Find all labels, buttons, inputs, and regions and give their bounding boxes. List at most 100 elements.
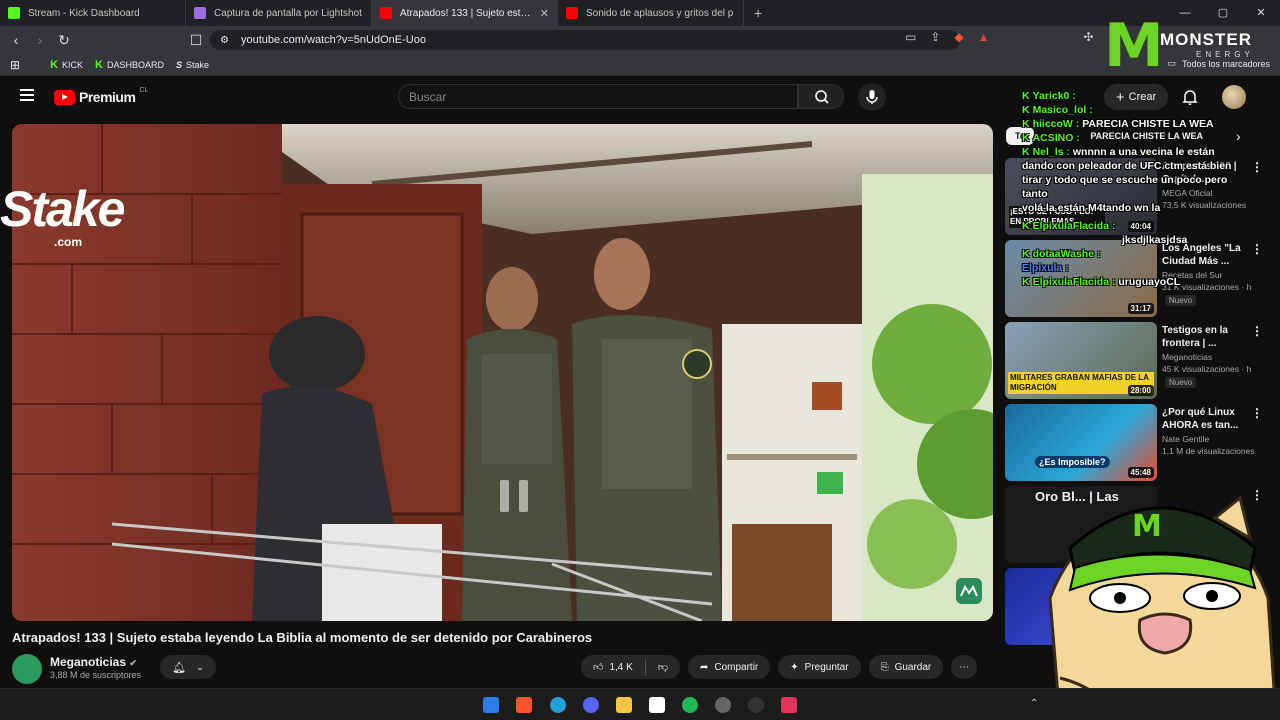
apps-icon[interactable]: ⊞ [4, 58, 26, 72]
recommendation-views: 1,1 M de visualizaciones [1162, 446, 1255, 456]
valorant-icon[interactable] [781, 697, 797, 713]
back-icon[interactable]: ‹ [4, 32, 28, 48]
bookmark-label: Stake [186, 59, 210, 70]
subscription-bell-button[interactable]: 🔔︎ ⌄ [160, 655, 216, 679]
chat-user: Masico_lol : [1032, 104, 1093, 116]
browser-tab[interactable]: Captura de pantalla por Lightshot [186, 0, 372, 26]
dislike-button[interactable]: 👎︎ [646, 655, 680, 679]
region-code: CL [139, 86, 149, 94]
video-title: Atrapados! 133 | Sujeto estaba leyendo L… [12, 630, 593, 645]
windows-taskbar: ⌃ [0, 688, 1280, 720]
channel-avatar[interactable] [12, 654, 42, 684]
url-field[interactable]: ⚙ youtube.com/watch?v=5nUdOnE-Uoo [210, 30, 960, 50]
save-playlist-icon: ⎘ [880, 661, 889, 673]
chat-message: jksdjlkasjdsa [1122, 234, 1188, 246]
channel-name[interactable]: Meganoticias ✔ [50, 655, 137, 669]
kick-favicon-icon [8, 7, 20, 19]
browser-tab[interactable]: Sonido de aplausos y gritos del p [558, 0, 744, 26]
like-count: 1,4 K [609, 661, 633, 673]
thumbnail-caption: ¿Es Imposible? [1035, 456, 1110, 468]
kick-badge-icon: K [1022, 276, 1030, 288]
bookmark-kick[interactable]: K KICK [44, 59, 89, 71]
monster-claw-icon: M [1104, 11, 1164, 81]
settings-gear-icon[interactable] [715, 697, 731, 713]
bookmark-label: KICK [62, 59, 84, 70]
chat-line: K ElpixulaFlacida : uruguayoCL [1022, 275, 1262, 289]
recommendation-item[interactable]: ¿Es Imposible? 45:48 ¿Por qué Linux AHOR… [1005, 404, 1265, 482]
brave-rewards-icon[interactable]: ▲ [978, 30, 990, 44]
kick-badge-icon: K [1022, 118, 1030, 130]
streamer-cat-avatar: M [1048, 495, 1278, 720]
windows-start-icon[interactable] [483, 697, 499, 713]
search-button[interactable] [798, 84, 844, 109]
brand-top-text: MONSTER [1160, 30, 1252, 49]
close-tab-icon[interactable]: ✕ [540, 7, 549, 20]
menu-icon[interactable] [20, 89, 34, 101]
chat-user: dotaaWashe : [1032, 248, 1101, 260]
like-button[interactable]: 👍︎ 1,4 K [581, 655, 645, 679]
save-button[interactable]: ⎘ Guardar [868, 655, 944, 679]
stream-chat-overlay: K Yarick0 : K Masico_lol : KhiiccoW : PARE… [1022, 89, 1262, 289]
recommendation-item[interactable]: MILITARES GRABAN MAFIAS DE LA MIGRACIÓN … [1005, 322, 1265, 400]
spotify-icon[interactable] [682, 697, 698, 713]
chat-user: ElpixulaFlacida : [1032, 220, 1116, 232]
chevron-down-icon: ⌄ [196, 661, 204, 672]
new-badge: Nuevo [1165, 377, 1197, 388]
video-actions: 👍︎ 1,4 K 👎︎ ➦ Compartir ✦ Preguntar ⎘ Gu… [581, 655, 978, 679]
address-bar-row: ‹ › ↻ ☐ ⚙ youtube.com/watch?v=5nUdOnE-Uo… [0, 26, 1280, 54]
system-tray-chevron-icon[interactable]: ⌃ [1030, 698, 1038, 709]
voice-search-button[interactable] [858, 83, 886, 111]
edge-browser-icon[interactable] [550, 697, 566, 713]
monster-energy-logo: M MONSTER ENERGY [1104, 16, 1274, 82]
stake-sponsor-logo: Stake .com [0, 181, 125, 248]
sponsor-text: Stake [0, 181, 125, 237]
kick-badge-icon: K [1022, 90, 1030, 102]
brave-browser-icon[interactable] [516, 697, 532, 713]
youtube-logo[interactable]: Premium CL [54, 86, 149, 105]
file-explorer-icon[interactable] [616, 697, 632, 713]
more-icon: ⋯ [959, 661, 970, 673]
lightshot-favicon-icon [194, 7, 206, 19]
browser-tab-active[interactable]: Atrapados! 133 | Sujeto estaba leyendo L… [372, 0, 558, 26]
brave-shield-icon[interactable]: ◆ [954, 30, 963, 44]
tab-label: Stream - Kick Dashboard [28, 7, 140, 19]
ask-button[interactable]: ✦ Preguntar [778, 655, 861, 679]
recommendation-views: 45 K visualizaciones · h [1162, 364, 1252, 374]
bookmark-dashboard[interactable]: K DASHBOARD [89, 59, 170, 71]
search-input[interactable]: Buscar [398, 84, 798, 109]
duration-badge: 45:48 [1127, 467, 1154, 478]
share-button[interactable]: ➦ Compartir [687, 655, 771, 679]
kick-badge-icon: K [1022, 146, 1030, 158]
browser-tab[interactable]: Stream - Kick Dashboard [0, 0, 186, 26]
cast-icon[interactable]: ▭ [905, 30, 916, 44]
bookmark-label: DASHBOARD [106, 59, 164, 70]
share-arrow-icon: ➦ [699, 661, 709, 673]
forward-icon[interactable]: › [28, 32, 52, 48]
kick-badge-icon: K [1022, 220, 1030, 232]
chat-line: K Nel_ls : wnnnn a una vecina le están da… [1022, 145, 1244, 201]
more-options-icon[interactable]: ⋮ [1251, 324, 1263, 338]
youtube-favicon-icon [566, 7, 578, 19]
extensions-icon[interactable]: ✣ [1084, 30, 1094, 44]
bookmark-icon[interactable]: ☐ [184, 32, 208, 49]
pause-indicator-icon[interactable] [500, 480, 528, 512]
reload-icon[interactable]: ↻ [52, 32, 76, 49]
meganoticias-watermark-icon [956, 578, 982, 604]
youtube-play-icon [54, 89, 75, 105]
media-app-icon[interactable] [649, 697, 665, 713]
share-icon[interactable]: ⇪ [930, 30, 940, 44]
duration-badge: 31:17 [1127, 303, 1154, 314]
mic-icon [866, 90, 878, 104]
new-tab-icon[interactable]: + [744, 5, 772, 21]
discord-icon[interactable] [583, 697, 599, 713]
more-options-icon[interactable]: ⋮ [1251, 406, 1263, 420]
channel-name-text: Meganoticias [50, 655, 127, 669]
bell-icon: 🔔︎ [172, 661, 187, 674]
video-player[interactable] [12, 124, 993, 621]
sponsor-subtext: .com [54, 235, 83, 249]
more-actions-button[interactable]: ⋯ [951, 655, 978, 679]
obs-icon[interactable] [748, 697, 764, 713]
site-info-icon[interactable]: ⚙ [220, 35, 229, 46]
chat-line: volá la están M4tando wn la [1022, 201, 1262, 215]
bookmark-stake[interactable]: S Stake [170, 60, 215, 70]
